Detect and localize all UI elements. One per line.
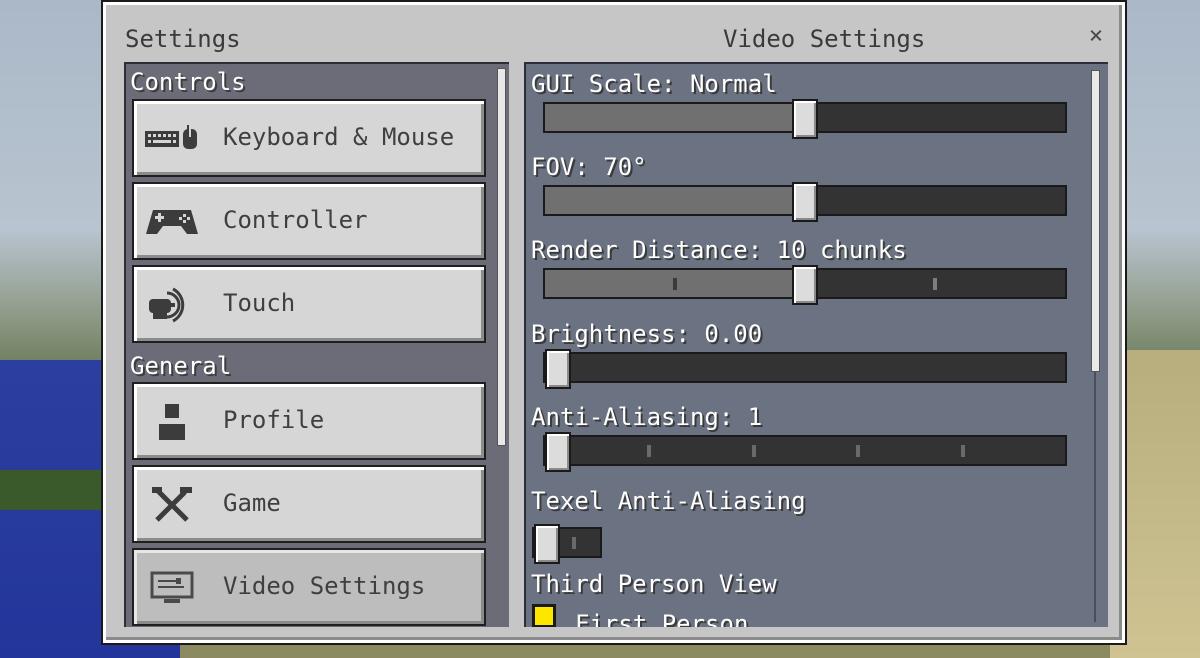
- first-person-label: First Person: [575, 610, 749, 627]
- first-person-checkbox[interactable]: [532, 604, 556, 627]
- slider-knob[interactable]: [545, 349, 571, 389]
- sidebar-item-label: Touch: [223, 289, 296, 317]
- toggle-knob[interactable]: [534, 524, 560, 564]
- anti-aliasing-label: Anti-Aliasing: 1: [531, 403, 763, 431]
- monitor-icon: [144, 570, 200, 606]
- profile-icon: [144, 404, 200, 440]
- gui-scale-label: GUI Scale: Normal: [531, 70, 777, 98]
- sidebar-item-touch[interactable]: Touch: [132, 265, 486, 343]
- sidebar-item-controller[interactable]: Controller: [132, 182, 486, 260]
- tools-icon: [144, 487, 200, 523]
- touch-icon: [144, 287, 200, 323]
- sidebar-item-keyboard-mouse[interactable]: Keyboard & Mouse: [132, 99, 486, 177]
- fov-slider[interactable]: [543, 182, 1067, 222]
- sidebar-item-label: Video Settings: [223, 572, 426, 600]
- gui-scale-slider[interactable]: [543, 99, 1067, 139]
- sidebar-item-game[interactable]: Game: [132, 465, 486, 543]
- page-title: Video Settings: [723, 25, 926, 53]
- toggle-tick: [572, 537, 576, 549]
- slider-tick: [856, 445, 860, 457]
- slider-tick: [933, 278, 937, 290]
- section-label-general: General: [130, 352, 232, 380]
- background-grass: [0, 470, 110, 510]
- slider-tick: [752, 445, 756, 457]
- sidebar: Controls Keyboard & Mouse Controller Tou…: [124, 62, 509, 627]
- keyboard-mouse-icon: [144, 121, 200, 157]
- window-title: Settings: [125, 25, 241, 53]
- render-distance-slider[interactable]: [543, 265, 1067, 305]
- settings-window: Settings Video Settings × Controls Keybo…: [103, 2, 1125, 643]
- anti-aliasing-slider[interactable]: [543, 432, 1067, 472]
- slider-knob[interactable]: [792, 99, 818, 139]
- texel-anti-aliasing-toggle[interactable]: [532, 524, 602, 564]
- sidebar-scrollbar[interactable]: [497, 68, 506, 446]
- section-label-controls: Controls: [130, 68, 246, 96]
- sidebar-item-label: Keyboard & Mouse: [223, 123, 455, 151]
- close-button[interactable]: ×: [1084, 21, 1108, 49]
- sidebar-item-label: Game: [223, 489, 281, 517]
- gamepad-icon: [144, 204, 200, 240]
- slider-knob[interactable]: [545, 432, 571, 472]
- slider-tick: [961, 445, 965, 457]
- scroll-track: [1094, 372, 1096, 622]
- slider-knob[interactable]: [792, 265, 818, 305]
- video-settings-panel: GUI Scale: Normal FOV: 70° Render Distan…: [524, 62, 1108, 627]
- sidebar-item-profile[interactable]: Profile: [132, 382, 486, 460]
- sidebar-item-label: Profile: [223, 406, 325, 434]
- texel-anti-aliasing-label: Texel Anti-Aliasing: [531, 487, 806, 515]
- content-scrollbar[interactable]: [1091, 70, 1100, 372]
- third-person-view-label: Third Person View: [531, 570, 777, 598]
- slider-tick: [673, 278, 677, 290]
- sidebar-item-video-settings[interactable]: Video Settings: [132, 548, 486, 626]
- fov-label: FOV: 70°: [531, 153, 647, 181]
- brightness-slider[interactable]: [543, 349, 1067, 389]
- render-distance-label: Render Distance: 10 chunks: [531, 236, 907, 264]
- sidebar-item-label: Controller: [223, 206, 368, 234]
- slider-tick: [647, 445, 651, 457]
- slider-knob[interactable]: [792, 182, 818, 222]
- brightness-label: Brightness: 0.00: [531, 320, 763, 348]
